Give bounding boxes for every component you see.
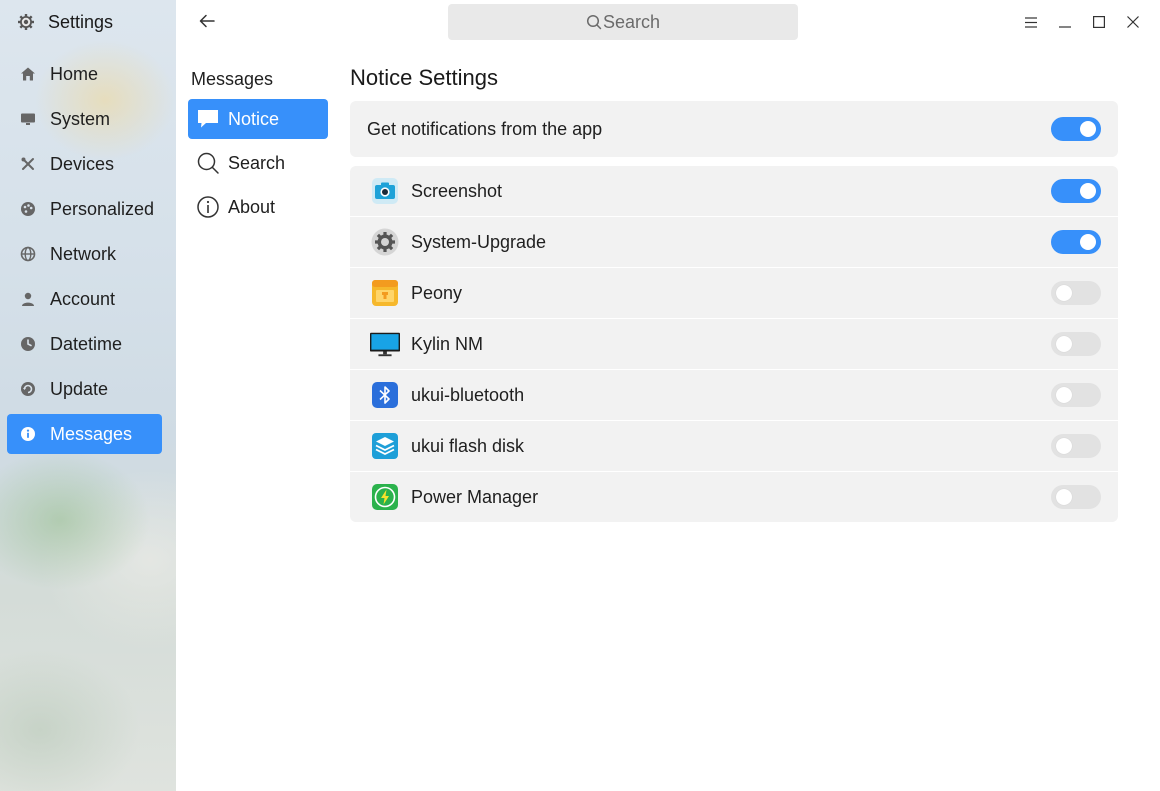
list-item-screenshot: Screenshot: [350, 166, 1118, 216]
arrow-left-icon: [199, 13, 215, 32]
app-name: Kylin NM: [411, 333, 484, 354]
app-name: Peony: [411, 282, 463, 303]
minimize-button[interactable]: [1048, 10, 1082, 34]
sidebar-item-home[interactable]: Home: [7, 54, 162, 94]
app-notification-list: Screenshot System-Upgrade Peony Kylin NM…: [350, 166, 1118, 523]
minimize-icon: [1059, 13, 1071, 32]
master-notification-label: Get notifications from the app: [367, 118, 603, 139]
clock-icon: [20, 336, 36, 352]
sidebar-item-label: System: [50, 108, 111, 129]
monitor-icon: [20, 111, 36, 127]
sidebar-item-messages[interactable]: Messages: [7, 414, 162, 454]
list-item-kylin-nm: Kylin NM: [350, 319, 1118, 369]
app-toggle-peony[interactable]: [1051, 281, 1101, 305]
subnav-item-notice[interactable]: Notice: [188, 99, 328, 139]
toggle-knob: [1056, 285, 1072, 301]
sidebar-item-account[interactable]: Account: [7, 279, 162, 319]
page-title: Notice Settings: [350, 65, 498, 90]
toggle-knob: [1056, 438, 1072, 454]
bluetooth-icon: [370, 380, 400, 410]
sidebar-item-update[interactable]: Update: [7, 369, 162, 409]
maximize-button[interactable]: [1082, 10, 1116, 34]
search-icon: [196, 151, 220, 175]
chat-bubble-icon: [196, 107, 220, 131]
subnav-item-about[interactable]: About: [188, 187, 328, 227]
user-icon: [20, 291, 36, 307]
app-name: Screenshot: [411, 180, 503, 201]
close-button[interactable]: [1116, 10, 1150, 34]
section-title: Messages: [191, 69, 274, 89]
menu-button[interactable]: [1014, 10, 1048, 34]
sidebar-item-system[interactable]: System: [7, 99, 162, 139]
list-item-ukui-flash-disk: ukui flash disk: [350, 421, 1118, 471]
search-input[interactable]: Search: [448, 4, 798, 40]
list-item-ukui-bluetooth: ukui-bluetooth: [350, 370, 1118, 420]
sidebar: Settings Home System Devices Personalize…: [0, 0, 176, 791]
search-icon: [586, 14, 602, 30]
palette-icon: [20, 201, 36, 217]
home-icon: [20, 66, 36, 82]
gear-icon: [16, 12, 36, 32]
info-icon: [20, 426, 36, 442]
app-toggle-system-upgrade[interactable]: [1051, 230, 1101, 254]
app-toggle-ukui-bluetooth[interactable]: [1051, 383, 1101, 407]
flash-disk-icon: [370, 431, 400, 461]
app-name: Power Manager: [411, 486, 539, 507]
list-item-peony: Peony: [350, 268, 1118, 318]
camera-icon: [370, 176, 400, 206]
sidebar-item-label: Network: [50, 243, 117, 264]
monitor-icon: [370, 329, 400, 359]
subnav-item-label: About: [228, 196, 276, 217]
app-name: System-Upgrade: [411, 231, 547, 252]
sidebar-item-label: Update: [50, 378, 109, 399]
gear-icon: [370, 227, 400, 257]
toggle-knob: [1080, 121, 1096, 137]
sidebar-item-label: Devices: [50, 153, 115, 174]
sidebar-item-personalized[interactable]: Personalized: [7, 189, 162, 229]
folder-icon: [370, 278, 400, 308]
subnav-item-label: Notice: [228, 108, 280, 129]
sidebar-item-label: Account: [50, 288, 116, 309]
toggle-knob: [1080, 234, 1096, 250]
list-item-power-manager: Power Manager: [350, 472, 1118, 522]
devices-icon: [20, 156, 36, 172]
search-placeholder: Search: [602, 11, 661, 32]
subnav-item-label: Search: [228, 152, 286, 173]
toggle-knob: [1056, 489, 1072, 505]
sidebar-nav: Home System Devices Personalized Network…: [7, 54, 162, 459]
power-icon: [370, 482, 400, 512]
sidebar-item-network[interactable]: Network: [7, 234, 162, 274]
sidebar-item-label: Messages: [50, 423, 133, 444]
app-header: Settings: [16, 10, 113, 34]
sidebar-item-label: Datetime: [50, 333, 123, 354]
app-name: ukui-bluetooth: [411, 384, 525, 405]
subnav: Notice Search About: [188, 99, 328, 231]
sidebar-item-label: Personalized: [50, 198, 155, 219]
list-item-system-upgrade: System-Upgrade: [350, 217, 1118, 267]
toggle-knob: [1056, 336, 1072, 352]
back-button[interactable]: [196, 11, 218, 33]
close-icon: [1127, 13, 1139, 32]
toggle-knob: [1080, 183, 1096, 199]
sidebar-item-devices[interactable]: Devices: [7, 144, 162, 184]
app-toggle-kylin-nm[interactable]: [1051, 332, 1101, 356]
app-toggle-screenshot[interactable]: [1051, 179, 1101, 203]
update-icon: [20, 381, 36, 397]
globe-icon: [20, 246, 36, 262]
app-name: ukui flash disk: [411, 435, 525, 456]
maximize-icon: [1093, 13, 1106, 32]
master-notification-toggle[interactable]: [1051, 117, 1101, 141]
master-notification-row: Get notifications from the app: [350, 101, 1118, 157]
window-controls: [1014, 10, 1150, 34]
app-toggle-ukui-flash-disk[interactable]: [1051, 434, 1101, 458]
sidebar-item-datetime[interactable]: Datetime: [7, 324, 162, 364]
sidebar-item-label: Home: [50, 63, 99, 84]
toggle-knob: [1056, 387, 1072, 403]
info-circle-icon: [196, 195, 220, 219]
app-toggle-power-manager[interactable]: [1051, 485, 1101, 509]
subnav-item-search[interactable]: Search: [188, 143, 328, 183]
hamburger-icon: [1025, 13, 1037, 32]
app-title: Settings: [48, 11, 114, 32]
